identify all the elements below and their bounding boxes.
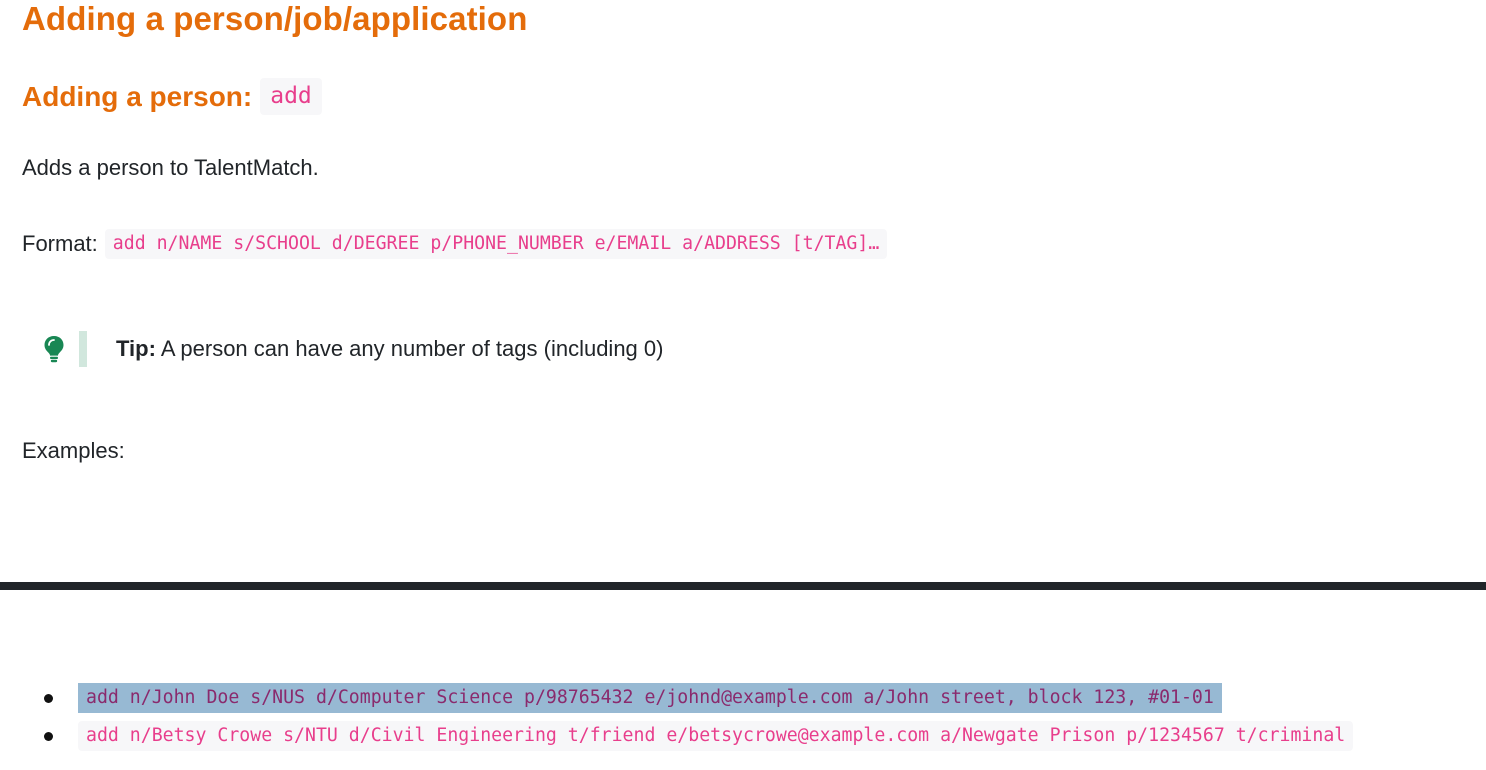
horizontal-rule — [0, 582, 1486, 590]
lightbulb-icon — [40, 332, 68, 366]
format-code: add n/NAME s/SCHOOL d/DEGREE p/PHONE_NUM… — [104, 229, 888, 259]
tip-text: Tip: A person can have any number of tag… — [116, 336, 663, 362]
examples-label: Examples: — [22, 438, 125, 463]
tip-callout: Tip: A person can have any number of tag… — [40, 331, 663, 367]
example-code-1[interactable]: add n/John Doe s/NUS d/Computer Science … — [78, 683, 1222, 713]
command-code: add — [260, 78, 322, 115]
bullet-icon — [44, 732, 53, 741]
subsection-heading: Adding a person: add — [22, 78, 322, 115]
tip-accent-bar — [79, 331, 87, 367]
format-label: Format: — [22, 231, 98, 256]
subsection-heading-text: Adding a person: — [22, 80, 253, 112]
command-description: Adds a person to TalentMatch. — [22, 155, 319, 180]
format-line: Format: add n/NAME s/SCHOOL d/DEGREE p/P… — [22, 229, 888, 259]
section-heading: Adding a person/job/application — [22, 0, 528, 37]
example-code-2[interactable]: add n/Betsy Crowe s/NTU d/Civil Engineer… — [78, 721, 1354, 751]
bullet-icon — [44, 694, 53, 703]
tip-label: Tip: — [116, 336, 156, 361]
tip-body: A person can have any number of tags (in… — [155, 336, 664, 361]
